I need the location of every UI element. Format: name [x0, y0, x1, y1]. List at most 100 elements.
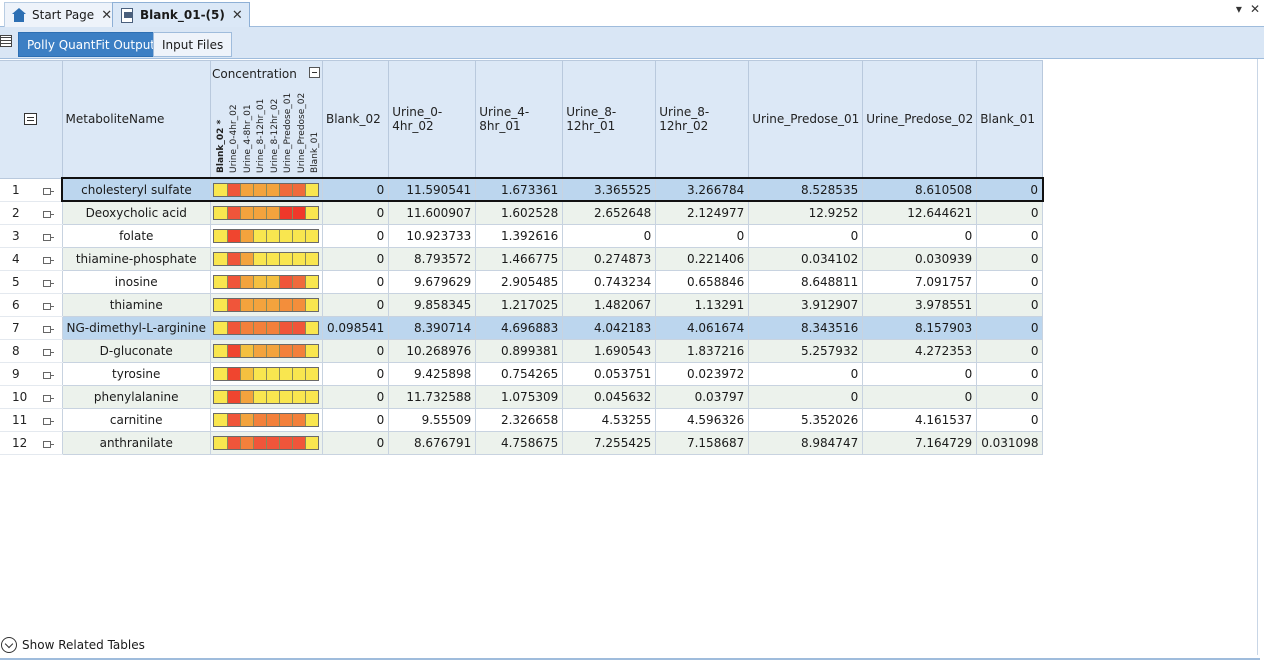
value-cell[interactable]: 1.13291 — [655, 292, 750, 317]
value-cell[interactable]: 9.425898 — [388, 361, 477, 386]
table-row[interactable]: 4 thiamine-phosphate 0 8.793572 1.466775 0.27… — [0, 246, 1044, 271]
value-cell[interactable]: 0 — [748, 384, 864, 409]
concentration-heatmap-cell[interactable] — [209, 292, 323, 317]
metabolite-name-cell[interactable]: thiamine — [61, 292, 211, 317]
value-cell[interactable]: 3.365525 — [562, 177, 657, 202]
value-cell[interactable]: 0 — [321, 338, 390, 363]
value-cell[interactable]: 2.652648 — [562, 200, 657, 225]
value-cell[interactable]: 0.743234 — [562, 269, 657, 294]
value-cell[interactable]: 1.837216 — [655, 338, 750, 363]
value-cell[interactable]: 0 — [976, 269, 1044, 294]
value-cell[interactable]: 0 — [976, 407, 1044, 432]
column-header-urine-predose-01[interactable]: Urine_Predose_01 — [748, 60, 864, 179]
value-cell[interactable]: 0.03797 — [655, 384, 750, 409]
table-row[interactable]: 5 inosine 0 9.679629 2.905485 0.743234 0.65884… — [0, 269, 1044, 294]
metabolite-name-cell[interactable]: anthranilate — [61, 430, 211, 455]
value-cell[interactable]: 0 — [976, 315, 1044, 340]
value-cell[interactable]: 0.221406 — [655, 246, 750, 271]
value-cell[interactable]: 0 — [321, 292, 390, 317]
table-row[interactable]: 3 folate 0 10.923733 1.392616 0 0 0 0 0 — [0, 223, 1044, 248]
table-row[interactable]: 11 carnitine 0 9.55509 2.326658 4.53255 4.5963… — [0, 407, 1044, 432]
metabolite-name-cell[interactable]: tyrosine — [61, 361, 211, 386]
table-row[interactable]: 8 D-gluconate 0 10.268976 0.899381 1.690543 1.… — [0, 338, 1044, 363]
value-cell[interactable]: 2.905485 — [475, 269, 564, 294]
value-cell[interactable]: 11.590541 — [388, 177, 477, 202]
column-chooser[interactable] — [0, 60, 63, 179]
pin-icon[interactable] — [42, 233, 54, 241]
pin-icon[interactable] — [42, 187, 54, 195]
value-cell[interactable]: 0 — [862, 361, 978, 386]
value-cell[interactable]: 12.644621 — [862, 200, 978, 225]
value-cell[interactable]: 8.610508 — [862, 177, 978, 202]
value-cell[interactable]: 4.042183 — [562, 315, 657, 340]
metabolite-name-cell[interactable]: NG-dimethyl-L-arginine — [61, 315, 211, 340]
column-header-blank-02[interactable]: Blank_02 — [321, 60, 390, 179]
value-cell[interactable]: 0 — [321, 269, 390, 294]
value-cell[interactable]: 0 — [976, 177, 1044, 202]
value-cell[interactable]: 0.045632 — [562, 384, 657, 409]
close-icon[interactable]: ✕ — [1250, 2, 1260, 16]
row-pin[interactable] — [34, 408, 63, 432]
column-header-blank-01[interactable]: Blank_01 — [976, 60, 1044, 179]
value-cell[interactable]: 7.091757 — [862, 269, 978, 294]
value-cell[interactable]: 12.9252 — [748, 200, 864, 225]
table-row[interactable]: 9 tyrosine 0 9.425898 0.754265 0.053751 0.0239… — [0, 361, 1044, 386]
value-cell[interactable]: 8.157903 — [862, 315, 978, 340]
value-cell[interactable]: 0 — [655, 223, 750, 248]
value-cell[interactable]: 4.161537 — [862, 407, 978, 432]
column-header-urine-8-12hr-01[interactable]: Urine_8-12hr_01 — [562, 60, 657, 179]
value-cell[interactable]: 1.602528 — [475, 200, 564, 225]
tab-input-files[interactable]: Input Files — [153, 32, 233, 57]
value-cell[interactable]: 0 — [321, 177, 390, 202]
value-cell[interactable]: 3.912907 — [748, 292, 864, 317]
value-cell[interactable]: 0.274873 — [562, 246, 657, 271]
value-cell[interactable]: 0 — [562, 223, 657, 248]
value-cell[interactable]: 8.676791 — [388, 430, 477, 455]
concentration-heatmap-cell[interactable] — [209, 384, 323, 409]
value-cell[interactable]: 0 — [976, 246, 1044, 271]
concentration-heatmap-cell[interactable] — [209, 269, 323, 294]
value-cell[interactable]: 7.164729 — [862, 430, 978, 455]
value-cell[interactable]: 0 — [976, 338, 1044, 363]
value-cell[interactable]: 0 — [321, 200, 390, 225]
value-cell[interactable]: 0 — [321, 361, 390, 386]
column-chooser-icon[interactable] — [24, 113, 38, 126]
metabolite-name-cell[interactable]: inosine — [61, 269, 211, 294]
concentration-heatmap-cell[interactable] — [209, 407, 323, 432]
value-cell[interactable]: 0.030939 — [862, 246, 978, 271]
value-cell[interactable]: 2.326658 — [475, 407, 564, 432]
column-header-urine-8-12hr-02[interactable]: Urine_8-12hr_02 — [655, 60, 750, 179]
metabolite-name-cell[interactable]: D-gluconate — [61, 338, 211, 363]
pin-icon[interactable] — [42, 417, 54, 425]
value-cell[interactable]: 0 — [976, 384, 1044, 409]
expand-circle-icon[interactable] — [1, 637, 17, 653]
metabolite-name-cell[interactable]: phenylalanine — [61, 384, 211, 409]
value-cell[interactable]: 0.034102 — [748, 246, 864, 271]
pin-icon[interactable] — [42, 440, 54, 448]
value-cell[interactable]: 0 — [976, 292, 1044, 317]
column-header-metabolite-name[interactable]: MetaboliteName — [61, 60, 211, 179]
value-cell[interactable]: 4.53255 — [562, 407, 657, 432]
column-header-urine-0-4hr-02[interactable]: Urine_0-4hr_02 — [388, 60, 477, 179]
value-cell[interactable]: 1.690543 — [562, 338, 657, 363]
tab-start-page[interactable]: Start Page ✕ — [4, 2, 120, 27]
pin-icon[interactable] — [42, 210, 54, 218]
concentration-heatmap-cell[interactable] — [209, 430, 323, 455]
column-header-urine-4-8hr-01[interactable]: Urine_4-8hr_01 — [475, 60, 564, 179]
value-cell[interactable]: 8.343516 — [748, 315, 864, 340]
value-cell[interactable]: 8.793572 — [388, 246, 477, 271]
value-cell[interactable]: 0 — [748, 361, 864, 386]
value-cell[interactable]: 11.732588 — [388, 384, 477, 409]
row-pin[interactable] — [34, 316, 63, 340]
value-cell[interactable]: 0 — [976, 361, 1044, 386]
row-pin[interactable] — [34, 293, 63, 317]
pin-icon[interactable] — [42, 302, 54, 310]
row-pin[interactable] — [34, 431, 63, 455]
close-icon[interactable]: ✕ — [232, 8, 243, 23]
value-cell[interactable]: 8.648811 — [748, 269, 864, 294]
column-header-concentration[interactable]: Concentration Blank_02 * Urine_0-4hr_02 Ur… — [209, 60, 323, 179]
concentration-heatmap-cell[interactable] — [209, 315, 323, 340]
collapse-icon[interactable] — [308, 67, 320, 78]
value-cell[interactable]: 0.658846 — [655, 269, 750, 294]
table-row[interactable]: 6 thiamine 0 9.858345 1.217025 1.482067 1.1329… — [0, 292, 1044, 317]
